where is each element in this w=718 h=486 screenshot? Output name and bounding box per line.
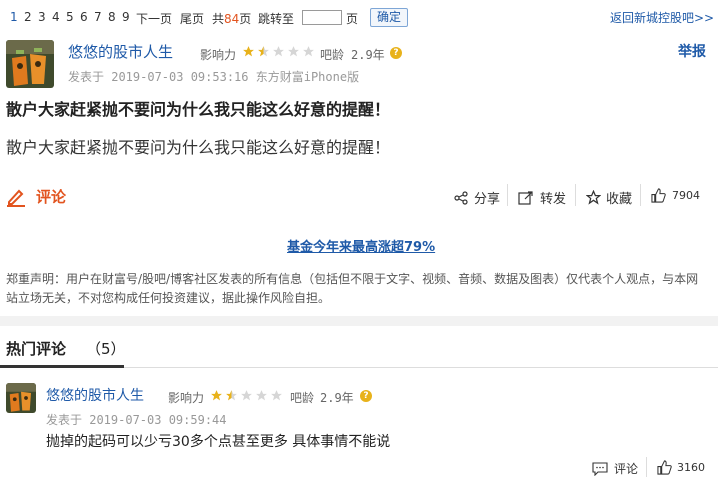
post-title: 散户大家赶紧抛不要问为什么我只能这么好意的提醒！ [6,100,391,119]
total-pages-text: 共84页 [212,10,251,27]
star-empty-icon [273,46,284,57]
next-page-link[interactable]: 下一页 [136,10,172,27]
pagination-bar: 1 2 3 4 5 6 7 8 9 下一页 尾页 共84页 跳转至 页 确定 返… [0,0,718,34]
star-full-icon [243,46,254,57]
bar-age-value: 2.9年 [351,48,385,62]
bar-age-label: 吧龄 [290,391,315,405]
like-button[interactable]: 7904 [651,188,700,203]
star-empty-icon [256,390,267,401]
comment-username[interactable]: 悠悠的股市人生 [46,385,144,405]
thumbs-up-icon [651,188,666,203]
last-page-link[interactable]: 尾页 [180,10,204,27]
page-link-6[interactable]: 6 [80,10,88,24]
divider [640,184,641,206]
tab-underline [0,365,124,368]
total-suffix: 页 [239,12,252,26]
avatar[interactable] [6,40,54,88]
reply-comment-label: 评论 [614,462,639,476]
influence-label: 影响力 [200,48,237,62]
reply-comment-button[interactable]: 评论 [592,460,638,477]
repost-icon [518,190,533,205]
report-button[interactable]: 举报 [678,41,706,61]
share-label: 分享 [474,192,501,207]
page-link-7[interactable]: 7 [94,10,102,24]
divider [507,184,508,206]
promo-link[interactable]: 基金今年来最高涨超79% [287,236,435,255]
avatar[interactable] [6,383,36,413]
bar-age-value: 2.9年 [320,391,354,405]
page-link-2[interactable]: 2 [24,10,32,24]
comment-item: 悠悠的股市人生 影响力 吧龄 2.9年 ? 发表于 2019-07-03 09:… [0,369,718,486]
pencil-icon [7,189,25,207]
goto-page-input[interactable] [302,10,342,25]
influence-rating [242,45,315,58]
avatar-image [6,383,36,413]
post-username[interactable]: 悠悠的股市人生 [68,41,173,62]
repost-button[interactable]: 转发 [518,188,566,207]
post-time: 发表于 2019-07-03 09:53:16 东方财富iPhone版 [68,70,360,84]
back-to-forum-link[interactable]: 返回新城控股吧>> [610,9,714,26]
page-link-1[interactable]: 1 [10,10,18,24]
hot-comments-header: 热门评论 （5） [0,326,718,368]
goto-label: 跳转至 [258,12,295,26]
star-outline-icon [586,190,601,205]
reply-like-button[interactable]: 3160 [657,460,705,475]
influence-label: 影响力 [168,391,205,405]
avatar-image [6,40,54,88]
comment-text: 抛掉的起码可以少亏30多个点甚至更多 具体事情不能说 [46,434,391,450]
thumbs-up-icon [657,460,672,475]
total-pages-number: 84 [224,12,240,26]
comment-bubble-icon [592,461,608,476]
post-body: 散户大家赶紧抛不要问为什么我只能这么好意的提醒！ [6,138,391,157]
total-prefix: 共 [212,12,225,26]
help-icon[interactable]: ? [390,47,402,59]
star-half-icon [258,46,269,57]
page-link-9[interactable]: 9 [122,10,130,24]
divider [646,457,647,477]
favorite-button[interactable]: 收藏 [586,188,632,207]
divider [575,184,576,206]
hot-comments-count: （5） [86,340,126,358]
star-empty-icon [241,390,252,401]
page-link-4[interactable]: 4 [52,10,60,24]
star-empty-icon [288,46,299,57]
share-icon [454,190,468,205]
like-count: 7904 [672,189,700,202]
favorite-label: 收藏 [606,192,633,207]
repost-label: 转发 [540,192,567,207]
hot-comments-title: 热门评论 [6,340,67,358]
main-post: 悠悠的股市人生 影响力 吧龄 2.9年 ? 举报 发表于 2019-07-03 … [0,34,718,316]
star-half-icon [226,390,237,401]
comment-label: 评论 [36,188,67,206]
confirm-goto-button[interactable]: 确定 [370,8,408,27]
disclaimer: 郑重声明：用户在财富号/股吧/博客社区发表的所有信息（包括但不限于文字、视频、音… [6,272,699,305]
comment-button[interactable]: 评论 [6,186,66,207]
reply-like-count: 3160 [677,461,705,474]
bar-age-label: 吧龄 [320,48,345,62]
star-empty-icon [303,46,314,57]
section-gap [0,316,718,326]
goto-suffix: 页 [346,12,359,26]
page-link-8[interactable]: 8 [108,10,116,24]
page-link-5[interactable]: 5 [66,10,74,24]
influence-rating [210,389,283,402]
star-full-icon [211,390,222,401]
help-icon[interactable]: ? [360,390,372,402]
share-button[interactable]: 分享 [454,188,500,207]
star-empty-icon [271,390,282,401]
comment-time: 发表于 2019-07-03 09:59:44 [46,413,227,427]
page-link-3[interactable]: 3 [38,10,46,24]
